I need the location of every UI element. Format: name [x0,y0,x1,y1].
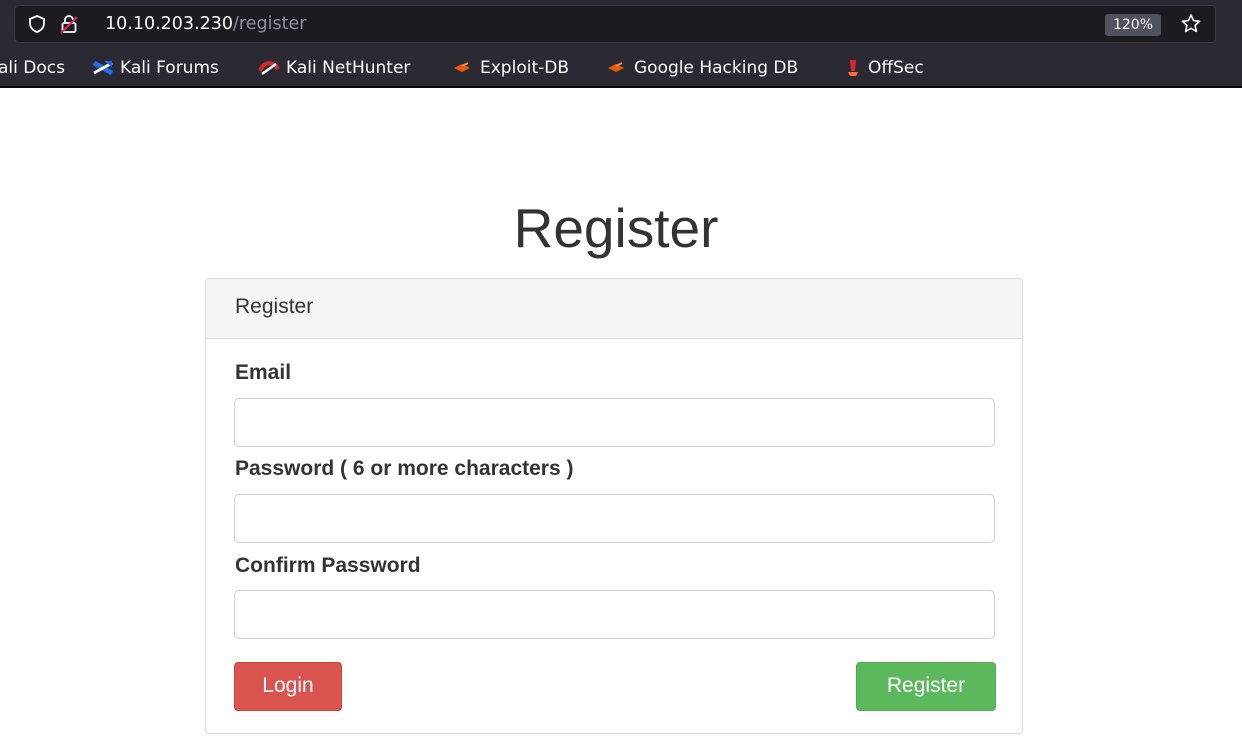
exploit-db-icon [454,62,470,72]
email-label: Email [235,361,292,384]
register-panel: Register Email Password ( 6 or more char… [205,278,1023,734]
bookmark-kali-docs[interactable]: ali Docs [0,56,65,80]
confirm-password-label: Confirm Password [235,554,421,577]
kali-forums-icon [92,60,114,76]
url-path: /register [233,14,307,34]
bookmark-label: OffSec [868,58,924,78]
kali-nethunter-icon [258,61,280,76]
toolbar-divider [0,86,1242,88]
url-host: 10.10.203.230 [105,14,234,34]
address-bar[interactable]: 10.10.203.230/register 120% [14,5,1216,43]
browser-toolbar: 10.10.203.230/register 120% ali Docs Kal… [0,0,1242,88]
url-text[interactable]: 10.10.203.230/register [105,14,306,34]
register-button[interactable]: Register [856,662,996,711]
bookmark-exploit-db[interactable]: Exploit-DB [452,56,569,80]
bookmark-label: Kali Forums [120,58,219,78]
bookmark-label: Exploit-DB [480,58,569,78]
panel-heading: Register [206,279,1022,339]
zoom-indicator[interactable]: 120% [1104,14,1161,36]
ghdb-icon [608,62,624,72]
password-label: Password ( 6 or more characters ) [235,457,574,480]
insecure-lock-icon[interactable] [59,13,79,35]
bookmark-label: ali Docs [0,58,65,78]
bookmark-star-icon[interactable] [1179,12,1203,36]
bookmark-label: Kali NetHunter [286,58,411,78]
email-field[interactable] [234,398,995,447]
login-button[interactable]: Login [234,662,342,711]
bookmark-google-hacking-db[interactable]: Google Hacking DB [606,56,798,80]
password-field[interactable] [234,494,995,543]
bookmark-label: Google Hacking DB [634,58,799,78]
page-title: Register [513,197,719,259]
bookmark-kali-forums[interactable]: Kali Forums [92,56,219,80]
bookmark-offsec[interactable]: OffSec [844,56,924,80]
tracking-shield-icon[interactable] [27,14,47,34]
confirm-password-field[interactable] [234,590,995,639]
bookmarks-toolbar: ali Docs Kali Forums Kali NetHunter Expl… [0,50,1242,84]
bookmark-kali-nethunter[interactable]: Kali NetHunter [258,56,410,80]
offsec-icon [848,60,858,76]
